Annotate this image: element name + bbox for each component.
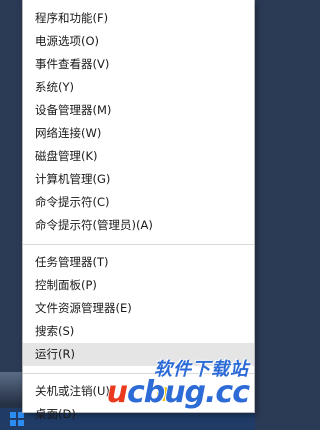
menu-item-system[interactable]: 系统(Y) [23,76,254,99]
menu-item-run[interactable]: 运行(R) [23,343,254,366]
menu-item-disk-management[interactable]: 磁盘管理(K) [23,145,254,168]
menu-item-device-manager[interactable]: 设备管理器(M) [23,99,254,122]
menu-item-shutdown-signout[interactable]: 关机或注销(U) [23,380,254,403]
winx-context-menu: 程序和功能(F) 电源选项(O) 事件查看器(V) 系统(Y) 设备管理器(M)… [22,0,255,421]
menu-item-event-viewer[interactable]: 事件查看器(V) [23,53,254,76]
menu-item-search[interactable]: 搜索(S) [23,320,254,343]
menu-item-file-explorer[interactable]: 文件资源管理器(E) [23,297,254,320]
menu-item-task-manager[interactable]: 任务管理器(T) [23,251,254,274]
menu-item-network-connections[interactable]: 网络连接(W) [23,122,254,145]
windows-logo-icon[interactable] [10,412,24,426]
menu-item-command-prompt-admin[interactable]: 命令提示符(管理员)(A) [23,214,254,237]
menu-item-desktop[interactable]: 桌面(D) [23,403,254,426]
menu-item-programs-and-features[interactable]: 程序和功能(F) [23,7,254,30]
menu-separator [23,244,254,245]
menu-separator [23,373,254,374]
menu-item-power-options[interactable]: 电源选项(O) [23,30,254,53]
menu-item-control-panel[interactable]: 控制面板(P) [23,274,254,297]
menu-item-computer-management[interactable]: 计算机管理(G) [23,168,254,191]
menu-item-command-prompt[interactable]: 命令提示符(C) [23,191,254,214]
